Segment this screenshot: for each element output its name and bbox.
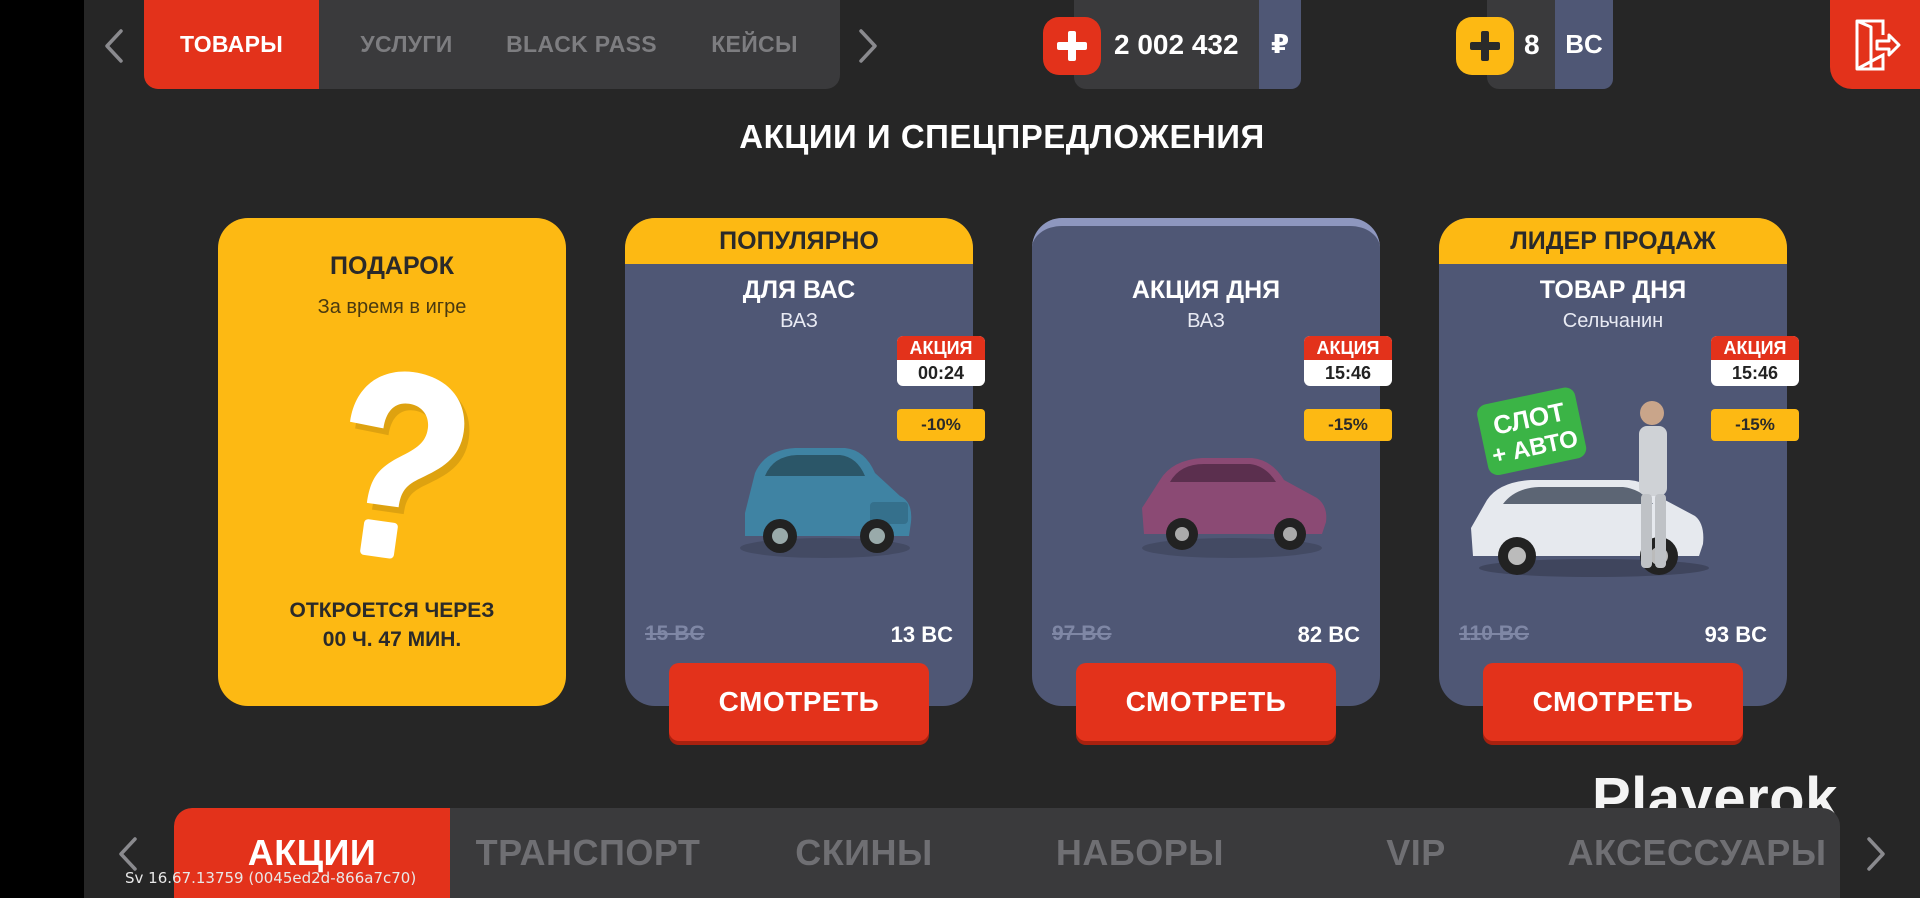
sale-badge: АКЦИЯ 15:46 [1304, 336, 1392, 386]
new-price: 93 BC [1704, 622, 1767, 647]
card-title: ТОВАР ДНЯ [1539, 276, 1687, 304]
tab-vip[interactable]: VIP [1278, 808, 1554, 898]
sale-badge-label: АКЦИЯ [897, 336, 985, 360]
offer-card-for-you[interactable]: ПОПУЛЯРНО ДЛЯ ВАС ВАЗ АКЦИЯ 00:24 -10% 1… [625, 218, 985, 741]
offer-card-deal-of-day[interactable]: АКЦИЯ ДНЯ ВАЗ АКЦИЯ 15:46 -15% 97 BC 82 … [1032, 218, 1392, 741]
tab-black-pass[interactable]: BLACK PASS [494, 0, 669, 89]
tab-bundles[interactable]: НАБОРЫ [1002, 808, 1278, 898]
bottom-next-arrow-icon[interactable] [1858, 832, 1894, 876]
new-price: 13 BC [890, 622, 953, 647]
sale-badge: АКЦИЯ 00:24 [897, 336, 985, 386]
gift-open-timer: ОТКРОЕТСЯ ЧЕРЕЗ 00 Ч. 47 МИН. [218, 596, 566, 654]
view-button[interactable]: СМОТРЕТЬ [669, 663, 929, 741]
old-price: 97 BC [1052, 622, 1112, 645]
bc-balance: 8 [1524, 28, 1540, 60]
top-next-arrow-icon[interactable] [848, 22, 888, 70]
tab-goods[interactable]: ТОВАРЫ [144, 0, 319, 89]
top-tabs: ТОВАРЫ УСЛУГИ BLACK PASS КЕЙСЫ [144, 0, 840, 89]
card-band: ПОПУЛЯРНО [625, 218, 973, 264]
sale-badge-label: АКЦИЯ [1304, 336, 1392, 360]
old-price: 15 BC [645, 622, 705, 645]
category-tabs: АКЦИИ ТРАНСПОРТ СКИНЫ НАБОРЫ VIP АКСЕССУ… [174, 808, 1840, 898]
gift-open-line1: ОТКРОЕТСЯ ЧЕРЕЗ [289, 599, 495, 622]
version-label: Sv 16.67.13759 (0045ed2d-866a7c70) [125, 869, 417, 887]
old-price: 110 BC [1459, 622, 1530, 645]
gift-subtitle: За время в игре [317, 296, 467, 318]
plus-icon [1470, 31, 1500, 61]
exit-door-icon [1855, 19, 1901, 70]
view-button[interactable]: СМОТРЕТЬ [1483, 663, 1743, 741]
gift-card[interactable]: ПОДАРОК За время в игре ОТКРОЕТСЯ ЧЕРЕЗ … [218, 218, 566, 706]
view-button[interactable]: СМОТРЕТЬ [1076, 663, 1336, 741]
card-subtitle: Сельчанин [1562, 310, 1664, 332]
card-title: ДЛЯ ВАС [742, 276, 856, 304]
top-prev-arrow-icon[interactable] [94, 22, 134, 70]
tab-accessories[interactable]: АКСЕССУАРЫ [1554, 808, 1840, 898]
car-vaz-image [1142, 458, 1327, 558]
card-subtitle: ВАЗ [1187, 310, 1225, 332]
tab-transport[interactable]: ТРАНСПОРТ [450, 808, 726, 898]
new-price: 82 BC [1297, 622, 1360, 647]
offer-card-product-of-day[interactable]: ЛИДЕР ПРОДАЖ ТОВАР ДНЯ Сельчанин АКЦИЯ 1… [1439, 218, 1799, 741]
add-rub-button[interactable] [1043, 17, 1101, 75]
sale-timer: 15:46 [1324, 363, 1372, 383]
car-oka-image [740, 448, 912, 558]
gift-open-line2: 00 Ч. 47 МИН. [322, 628, 462, 651]
section-title: АКЦИИ И СПЕЦПРЕДЛОЖЕНИЯ [739, 118, 1265, 155]
add-bc-button[interactable] [1456, 17, 1514, 75]
rub-unit: ₽ [1259, 0, 1301, 89]
card-subtitle: ВАЗ [780, 310, 818, 332]
rub-balance: 2 002 432 [1114, 28, 1239, 60]
tab-services[interactable]: УСЛУГИ [319, 0, 494, 89]
tab-skins[interactable]: СКИНЫ [726, 808, 1002, 898]
card-title: АКЦИЯ ДНЯ [1131, 276, 1281, 304]
tab-cases[interactable]: КЕЙСЫ [669, 0, 840, 89]
shop-screen: ТОВАРЫ УСЛУГИ BLACK PASS КЕЙСЫ 2 002 432… [84, 0, 1920, 898]
question-mark-icon [350, 371, 470, 559]
currency-rub: 2 002 432 ₽ [1074, 0, 1301, 89]
card-band: ЛИДЕР ПРОДАЖ [1439, 218, 1787, 264]
gift-title: ПОДАРОК [330, 252, 454, 280]
plus-icon [1057, 31, 1087, 61]
car-and-skin-image: СЛОТ + АВТО [1471, 387, 1709, 577]
sale-timer: 00:24 [917, 363, 965, 383]
sale-badge-label: АКЦИЯ [1711, 336, 1799, 360]
bc-unit: BC [1555, 0, 1613, 89]
exit-button[interactable] [1830, 0, 1920, 89]
